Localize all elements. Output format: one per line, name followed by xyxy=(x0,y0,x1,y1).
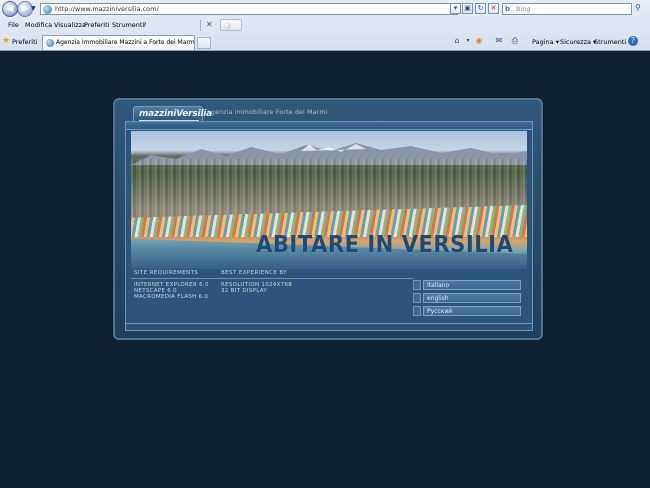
site-frame: mazziniVersilia agenzia immobiliare Fort… xyxy=(113,98,543,340)
top-band xyxy=(126,122,532,130)
toolbar-addon-button[interactable] xyxy=(220,19,242,31)
new-tab-button[interactable] xyxy=(197,37,211,49)
menu-modifica[interactable]: Modifica xyxy=(25,21,52,29)
info-divider xyxy=(131,278,414,279)
site-tagline: agenzia immobiliare Forte dei Marmi xyxy=(207,109,328,116)
language-label: italiano xyxy=(427,282,450,289)
browser-tab-active[interactable]: Agenzia Immobiliare Mazzini a Forte dei … xyxy=(42,35,195,50)
help-icon[interactable]: ? xyxy=(628,36,638,46)
experience-line: 32 BIT DISPLAY xyxy=(221,288,268,294)
language-bullet xyxy=(413,293,421,303)
hero-photo: ABITARE IN VERSILIA xyxy=(131,131,527,269)
page-menu-button[interactable]: Pagina ▾ xyxy=(532,38,559,46)
print-icon[interactable]: ⎙ xyxy=(510,36,520,46)
search-icon[interactable]: ⚲ xyxy=(635,3,646,14)
language-label: english xyxy=(427,295,449,302)
menu-help[interactable]: ? xyxy=(143,21,146,29)
history-dropdown-icon[interactable]: ▼ xyxy=(31,5,38,12)
language-bullet xyxy=(413,280,421,290)
page-menu-label: Pagina xyxy=(532,38,554,46)
favorites-star-icon[interactable]: ★ xyxy=(2,36,10,46)
bing-logo-icon: b xyxy=(505,5,511,13)
language-label: Русский xyxy=(427,308,453,315)
security-menu-button[interactable]: Sicurezza ▾ xyxy=(560,38,596,46)
security-menu-label: Sicurezza xyxy=(560,38,591,46)
address-url[interactable]: http://www.mazziniversilia.com/ xyxy=(55,5,159,13)
menu-visualizza[interactable]: Visualizza xyxy=(54,21,86,29)
search-input[interactable]: b Bing xyxy=(502,3,632,15)
toolbar-divider xyxy=(200,20,201,31)
home-dropdown-icon[interactable]: ▾ xyxy=(463,36,473,46)
search-placeholder: Bing xyxy=(516,5,531,13)
requirement-line: MACROMEDIA FLASH 6.0 xyxy=(134,294,209,300)
refresh-icon[interactable]: ↻ xyxy=(475,3,486,14)
address-dropdown-icon[interactable]: ▾ xyxy=(450,3,461,14)
requirements-heading: SITE REQUIREMENTS xyxy=(134,270,199,276)
tools-menu-button[interactable]: Strumenti ▾ xyxy=(594,38,632,46)
language-russian[interactable]: Русский xyxy=(413,306,521,316)
feeds-icon[interactable]: ◉ xyxy=(474,36,484,46)
toolbar-close-icon[interactable]: ✕ xyxy=(206,20,213,29)
address-bar[interactable]: http://www.mazziniversilia.com/ xyxy=(40,3,458,15)
address-row: ◀ ▶ ▼ http://www.mazziniversilia.com/ ▾ … xyxy=(0,0,650,18)
language-italiano[interactable]: italiano xyxy=(413,280,521,290)
addon-icon xyxy=(224,22,231,29)
menu-strumenti[interactable]: Strumenti xyxy=(112,21,144,29)
experience-heading: BEST EXPERIENCE BY xyxy=(221,270,288,276)
favorites-bar: ★ Preferiti Agenzia Immobiliare Mazzini … xyxy=(0,33,650,50)
language-button[interactable]: Русский xyxy=(423,306,521,316)
stop-icon[interactable]: ✕ xyxy=(488,3,499,14)
language-button[interactable]: english xyxy=(423,293,521,303)
browser-chrome: ◀ ▶ ▼ http://www.mazziniversilia.com/ ▾ … xyxy=(0,0,650,51)
menu-bar: File Modifica Visualizza Preferiti Strum… xyxy=(0,18,650,33)
language-english[interactable]: english xyxy=(413,293,521,303)
home-icon[interactable]: ⌂ xyxy=(452,36,462,46)
language-bullet xyxy=(413,306,421,316)
favorites-button[interactable]: Preferiti xyxy=(12,38,37,46)
menu-preferiti[interactable]: Preferiti xyxy=(84,21,109,29)
tools-menu-label: Strumenti xyxy=(594,38,627,46)
back-button[interactable]: ◀ xyxy=(2,1,18,17)
tab-favicon-icon xyxy=(46,39,54,47)
language-button[interactable]: italiano xyxy=(423,280,521,290)
menu-file[interactable]: File xyxy=(8,21,19,29)
footer-divider xyxy=(126,323,532,324)
site-favicon-icon xyxy=(43,5,52,14)
logo[interactable]: mazziniVersilia xyxy=(133,106,212,121)
info-section: SITE REQUIREMENTS BEST EXPERIENCE BY INT… xyxy=(131,270,527,320)
logo-text: mazziniVersilia xyxy=(139,109,213,119)
hero-headline: ABITARE IN VERSILIA xyxy=(256,232,514,258)
content-panel: ABITARE IN VERSILIA SITE REQUIREMENTS BE… xyxy=(125,121,533,331)
tab-title: Agenzia Immobiliare Mazzini a Forte dei … xyxy=(56,39,194,46)
mail-icon[interactable]: ✉ xyxy=(494,36,504,46)
compatibility-view-icon[interactable]: ▣ xyxy=(462,3,473,14)
